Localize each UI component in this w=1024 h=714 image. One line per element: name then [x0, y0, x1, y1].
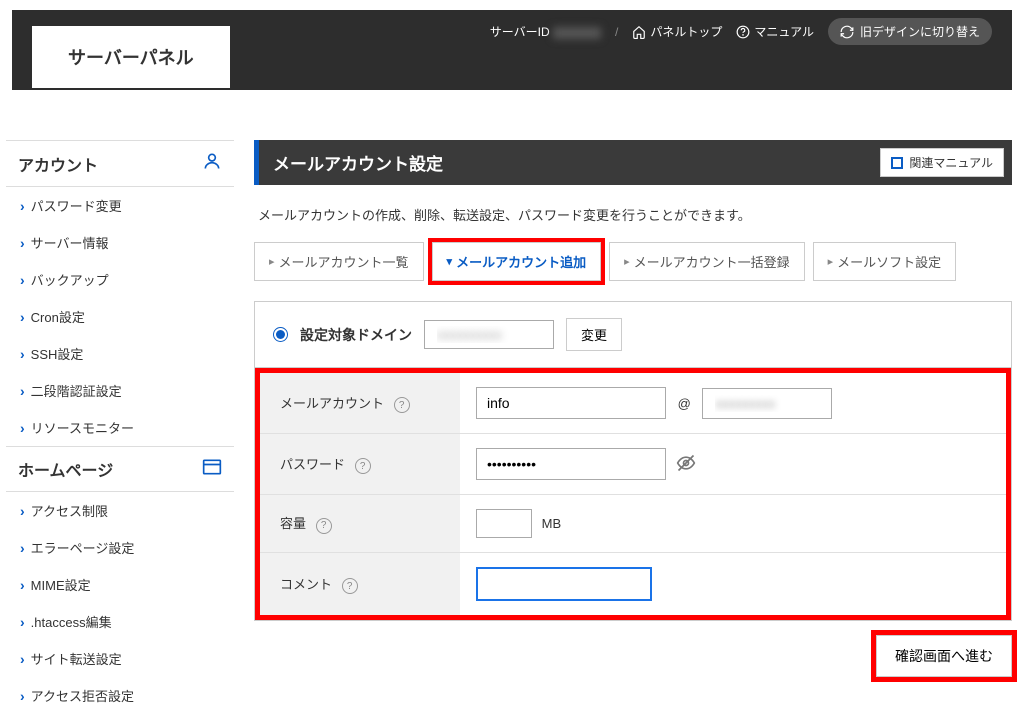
tab-add[interactable]: ▾メールアカウント追加 [432, 242, 602, 281]
tab-bar: ▸メールアカウント一覧 ▾メールアカウント追加 ▸メールアカウント一括登録 ▸メ… [254, 242, 1012, 281]
highlighted-form-area: メールアカウント ? @ xxxxxxxxx パスワード ? [255, 368, 1011, 620]
manual-link[interactable]: マニュアル [736, 23, 814, 40]
form-panel: 設定対象ドメイン xxxxxxxxxx 変更 メールアカウント ? @ xxx [254, 301, 1012, 621]
change-domain-button[interactable]: 変更 [566, 318, 622, 351]
server-id-value [553, 27, 601, 39]
at-sign: @ [678, 396, 691, 411]
field-label-password: パスワード ? [260, 434, 460, 495]
sidebar-item[interactable]: サーバー情報 [6, 224, 234, 261]
chevron-right-icon: ▸ [624, 255, 630, 268]
switch-design-button[interactable]: 旧デザインに切り替え [828, 18, 992, 45]
help-icon[interactable]: ? [342, 578, 358, 594]
sidebar-item[interactable]: バックアップ [6, 261, 234, 298]
confirm-button[interactable]: 確認画面へ進む [876, 635, 1012, 677]
chevron-right-icon: ▸ [269, 255, 275, 268]
target-domain-select[interactable]: xxxxxxxxxx [424, 320, 554, 349]
sidebar-item[interactable]: SSH設定 [6, 335, 234, 372]
user-icon [202, 151, 222, 176]
target-domain-row: 設定対象ドメイン xxxxxxxxxx 変更 [255, 302, 1011, 368]
refresh-icon [840, 25, 854, 39]
field-label-account: メールアカウント ? [260, 373, 460, 434]
help-icon[interactable]: ? [316, 518, 332, 534]
panel-top-link[interactable]: パネルトップ [632, 23, 722, 40]
sidebar-section-homepage: ホームページ [6, 446, 234, 492]
page-description: メールアカウントの作成、削除、転送設定、パスワード変更を行うことができます。 [254, 185, 1012, 242]
comment-input[interactable] [476, 567, 652, 601]
separator: / [615, 25, 618, 39]
page-title: メールアカウント設定 [259, 140, 457, 185]
field-label-capacity: 容量 ? [260, 495, 460, 553]
sidebar-item[interactable]: アクセス制限 [6, 492, 234, 529]
sidebar-item[interactable]: リソースモニター [6, 409, 234, 446]
home-icon [632, 25, 646, 39]
main-content: メールアカウント設定 関連マニュアル メールアカウントの作成、削除、転送設定、パ… [254, 140, 1012, 714]
sidebar-item[interactable]: パスワード変更 [6, 187, 234, 224]
mail-account-input[interactable] [476, 387, 666, 419]
window-icon [202, 458, 222, 481]
mail-domain-select[interactable]: xxxxxxxxx [702, 388, 832, 419]
sidebar-item[interactable]: Cron設定 [6, 298, 234, 335]
target-domain-radio[interactable] [273, 327, 288, 342]
sidebar-item[interactable]: アクセス拒否設定 [6, 677, 234, 714]
help-icon[interactable]: ? [355, 458, 371, 474]
chevron-down-icon: ▾ [447, 255, 453, 268]
tab-list[interactable]: ▸メールアカウント一覧 [254, 242, 424, 281]
server-id-label: サーバーID [490, 23, 601, 40]
sidebar-item[interactable]: 二段階認証設定 [6, 372, 234, 409]
sidebar-item[interactable]: サイト転送設定 [6, 640, 234, 677]
tab-softset[interactable]: ▸メールソフト設定 [813, 242, 957, 281]
chevron-right-icon: ▸ [828, 255, 834, 268]
password-input[interactable] [476, 448, 666, 480]
page-heading: メールアカウント設定 関連マニュアル [254, 140, 1012, 185]
tab-bulk[interactable]: ▸メールアカウント一括登録 [609, 242, 805, 281]
sidebar-item[interactable]: MIME設定 [6, 566, 234, 603]
book-icon [891, 157, 903, 169]
help-icon [736, 25, 750, 39]
sidebar: アカウント パスワード変更 サーバー情報 バックアップ Cron設定 SSH設定… [6, 140, 234, 714]
capacity-unit: MB [542, 516, 562, 531]
help-icon[interactable]: ? [394, 397, 410, 413]
sidebar-list-account: パスワード変更 サーバー情報 バックアップ Cron設定 SSH設定 二段階認証… [6, 187, 234, 446]
logo: サーバーパネル [32, 26, 230, 88]
sidebar-list-homepage: アクセス制限 エラーページ設定 MIME設定 .htaccess編集 サイト転送… [6, 492, 234, 714]
sidebar-item[interactable]: .htaccess編集 [6, 603, 234, 640]
sidebar-section-account: アカウント [6, 140, 234, 187]
header-bar: サーバーID / パネルトップ マニュアル 旧デザインに切り替え サーバーパネル [12, 10, 1012, 90]
submit-row: 確認画面へ進む [254, 621, 1012, 687]
form-table: メールアカウント ? @ xxxxxxxxx パスワード ? [260, 373, 1006, 615]
related-manual-button[interactable]: 関連マニュアル [880, 148, 1004, 177]
sidebar-item[interactable]: エラーページ設定 [6, 529, 234, 566]
eye-off-icon[interactable] [676, 453, 696, 476]
capacity-input[interactable] [476, 509, 532, 538]
target-domain-label: 設定対象ドメイン [300, 325, 412, 345]
field-label-comment: コメント ? [260, 553, 460, 616]
